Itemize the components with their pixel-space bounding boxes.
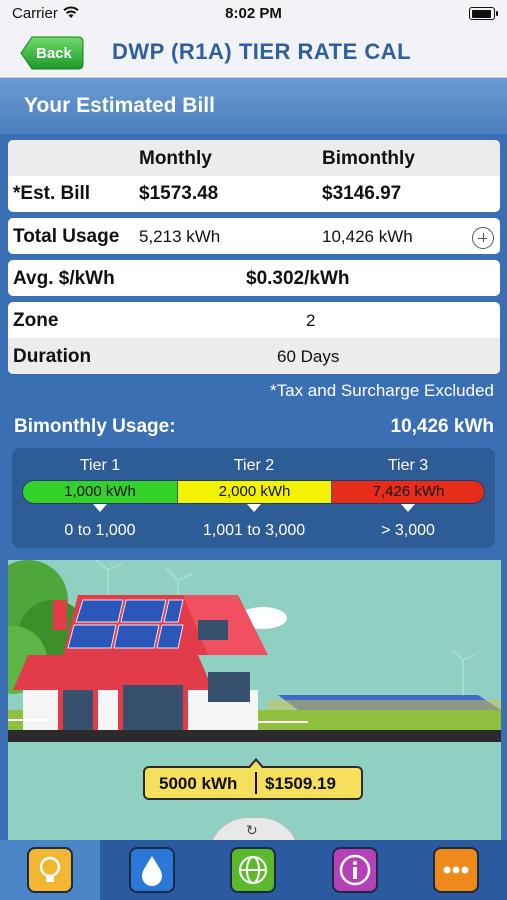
est-bill-monthly: $1573.48 — [139, 183, 219, 204]
tax-note: *Tax and Surcharge Excluded — [270, 381, 494, 400]
zone-duration-card: Zone 2 Duration 60 Days — [8, 302, 500, 374]
water-drop-icon — [129, 847, 175, 893]
est-bill-row: *Est. Bill $1573.48 $3146.97 — [8, 176, 500, 212]
section-header: Your Estimated Bill — [0, 78, 507, 134]
info-icon — [332, 847, 378, 893]
tab-more[interactable] — [406, 840, 506, 900]
col-bimonthly: Bimonthly — [322, 148, 415, 169]
col-monthly: Monthly — [139, 148, 212, 169]
tab-water[interactable] — [102, 840, 202, 900]
total-usage-card[interactable]: Total Usage 5,213 kWh 10,426 kWh — [8, 218, 500, 254]
navigation-bar: Back DWP (R1A) TIER RATE CAL — [0, 28, 507, 78]
tier-3-range: > 3,000 — [381, 522, 435, 539]
slider-kwh-value: 5000 kWh — [159, 774, 238, 793]
zone-label: Zone — [13, 310, 59, 331]
avg-label: Avg. $/kWh — [13, 268, 115, 289]
usage-bimonthly: 10,426 kWh — [322, 227, 413, 246]
globe-icon — [230, 847, 276, 893]
usage-price-tag: 5000 kWh $1509.19 — [143, 758, 363, 800]
tier-2-segment: 2,000 kWh — [178, 481, 331, 503]
avg-value: $0.302/kWh — [246, 268, 350, 289]
estimated-bill-card: Monthly Bimonthly *Est. Bill $1573.48 $3… — [8, 140, 500, 212]
tier-1-segment: 1,000 kWh — [23, 481, 177, 503]
expand-plus-icon[interactable] — [472, 227, 494, 249]
section-title: Your Estimated Bill — [24, 94, 215, 117]
status-bar: Carrier 8:02 PM — [0, 0, 507, 28]
bimonthly-usage-value: 10,426 kWh — [390, 416, 495, 437]
more-icon — [433, 847, 479, 893]
tier-1-caret-icon — [93, 504, 107, 512]
est-bill-label: *Est. Bill — [13, 183, 91, 204]
page-title: DWP (R1A) TIER RATE CAL — [112, 39, 412, 64]
zone-value: 2 — [306, 311, 316, 330]
back-label: Back — [36, 45, 72, 62]
lightbulb-icon — [27, 847, 73, 893]
est-bill-bimonthly: $3146.97 — [322, 183, 402, 204]
back-button[interactable]: Back — [20, 36, 84, 70]
tab-info[interactable] — [305, 840, 405, 900]
clock: 8:02 PM — [225, 5, 282, 22]
tier-2-range: 1,001 to 3,000 — [202, 522, 306, 539]
refresh-icon: ↻ — [246, 822, 258, 838]
duration-label: Duration — [13, 346, 92, 367]
bimonthly-usage-label: Bimonthly Usage: — [14, 416, 176, 437]
tier-2-name: Tier 2 — [233, 457, 275, 474]
duration-row[interactable]: Duration 60 Days — [8, 338, 500, 374]
tab-globe[interactable] — [203, 840, 303, 900]
tier-usage-bar: 1,000 kWh 2,000 kWh 7,426 kWh — [22, 480, 485, 504]
average-rate-card: Avg. $/kWh $0.302/kWh — [8, 260, 500, 296]
total-usage-label: Total Usage — [13, 226, 120, 247]
tier-2-caret-icon — [247, 504, 261, 512]
slider-amount-value: $1509.19 — [265, 774, 336, 793]
duration-value: 60 Days — [277, 347, 340, 366]
zone-row[interactable]: Zone 2 — [8, 302, 500, 338]
tier-3-caret-icon — [401, 504, 415, 512]
battery-icon — [469, 7, 498, 20]
tier-3-name: Tier 3 — [387, 457, 429, 474]
tab-lightbulb[interactable] — [0, 840, 100, 900]
tier-1-name: Tier 1 — [79, 457, 121, 474]
tier-3-segment: 7,426 kWh — [332, 481, 484, 503]
bill-header-row: Monthly Bimonthly — [8, 140, 500, 176]
tier-1-range: 0 to 1,000 — [64, 522, 136, 539]
usage-monthly: 5,213 kWh — [139, 227, 221, 246]
tab-bar — [0, 840, 507, 900]
tier-breakdown-panel: Tier 1 Tier 2 Tier 3 1,000 kWh 2,000 kWh… — [12, 448, 495, 548]
